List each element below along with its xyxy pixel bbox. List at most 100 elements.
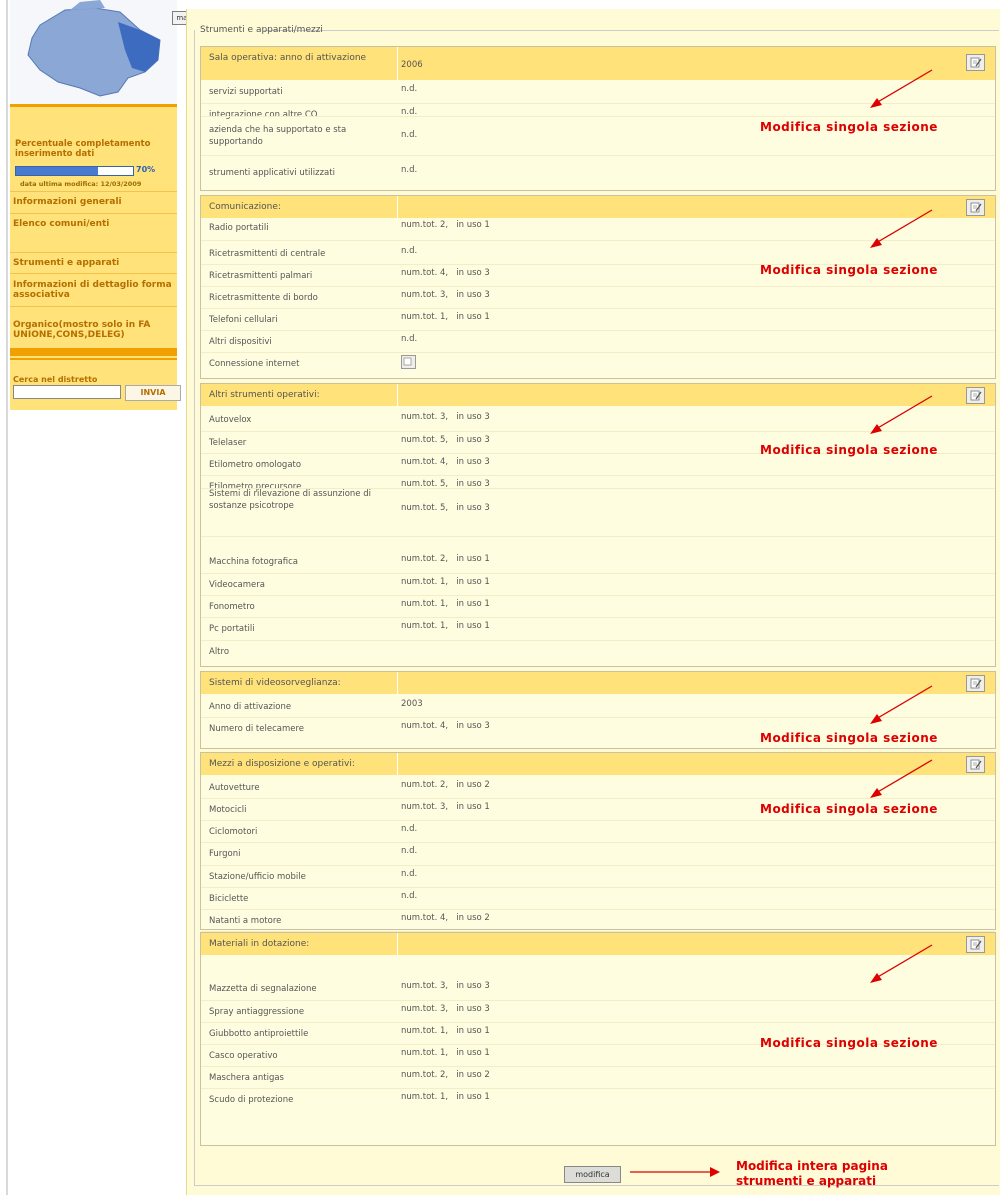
field-value: n.d. xyxy=(401,334,418,344)
field-value: num.tot. 1, in uso 1 xyxy=(401,312,490,322)
field-value: num.tot. 4, in uso 3 xyxy=(401,268,490,278)
arrow-icon xyxy=(870,685,933,724)
field-label: Numero di telecamere xyxy=(209,724,305,734)
annotation-modify-section: Modifica singola sezione xyxy=(760,802,938,816)
internet-connection-checkbox[interactable] xyxy=(401,355,416,369)
field-value: num.tot. 1, in uso 1 xyxy=(401,1092,490,1102)
field-value: n.d. xyxy=(401,84,418,94)
column-divider xyxy=(397,47,398,80)
divider xyxy=(10,273,177,274)
fieldset-border xyxy=(194,30,195,1185)
fieldset-border xyxy=(194,1185,999,1186)
divider xyxy=(10,104,177,107)
divider xyxy=(10,348,177,356)
divider xyxy=(10,358,177,360)
sidebar-link-informazioni-generali[interactable]: Informazioni generali xyxy=(13,197,173,207)
edit-section-button[interactable] xyxy=(966,199,985,216)
field-value: num.tot. 3, in uso 3 xyxy=(401,412,490,422)
row-divider xyxy=(201,820,995,821)
field-label: Spray antiaggressione xyxy=(209,1007,305,1017)
completion-progress-bar xyxy=(15,166,134,176)
field-label: integrazione con altre CO xyxy=(209,110,318,120)
annotation-modify-page-line1: Modifica intera pagina xyxy=(736,1159,888,1173)
row-divider xyxy=(201,286,995,287)
row-divider xyxy=(201,330,995,331)
field-label: Stazione/ufficio mobile xyxy=(209,872,306,882)
row-divider xyxy=(201,1088,995,1089)
field-value: n.d. xyxy=(401,846,418,856)
modify-page-button[interactable]: modifica xyxy=(564,1166,621,1183)
edit-section-button[interactable] xyxy=(966,675,985,692)
section-title: Mezzi a disposizione e operativi: xyxy=(209,759,355,769)
search-input[interactable] xyxy=(13,385,121,399)
completion-percent: 70% xyxy=(136,165,156,174)
section-header-value: 2006 xyxy=(401,60,423,70)
field-value: num.tot. 1, in uso 1 xyxy=(401,1026,490,1036)
section-title: Sala operativa: anno di attivazione xyxy=(209,53,367,63)
row-divider xyxy=(201,475,995,476)
field-label: Ricetrasmittenti palmari xyxy=(209,271,313,281)
field-label: Telelaser xyxy=(209,438,247,448)
divider xyxy=(10,252,177,253)
field-value: num.tot. 3, in uso 1 xyxy=(401,802,490,812)
field-value: num.tot. 5, in uso 3 xyxy=(401,503,490,513)
field-label: Altri dispositivi xyxy=(209,337,272,347)
row-divider xyxy=(201,1066,995,1067)
field-label: Sistemi di rilevazione di assunzione di … xyxy=(209,489,371,511)
field-value: num.tot. 3, in uso 3 xyxy=(401,981,490,991)
row-divider xyxy=(201,640,995,641)
row-divider xyxy=(201,842,995,843)
section-title: Comunicazione: xyxy=(209,202,281,212)
annotation-modify-section: Modifica singola sezione xyxy=(760,120,938,134)
field-label: Videocamera xyxy=(209,580,265,590)
row-divider xyxy=(201,909,995,910)
field-label: Mazzetta di segnalazione xyxy=(209,984,317,994)
field-value: n.d. xyxy=(401,824,418,834)
field-label: Maschera antigas xyxy=(209,1073,284,1083)
row-divider xyxy=(201,1000,995,1001)
last-modified-date: data ultima modifica: 12/03/2009 xyxy=(20,180,142,188)
sidebar: Percentuale completamento inserimento da… xyxy=(10,0,181,410)
field-label: servizi supportati xyxy=(209,87,283,97)
field-label: Telefoni cellulari xyxy=(209,315,278,325)
annotation-modify-section: Modifica singola sezione xyxy=(760,443,938,457)
field-label: Ricetrasmittenti di centrale xyxy=(209,249,326,259)
sidebar-link-informazioni-dettaglio[interactable]: Informazioni di dettaglio forma associat… xyxy=(13,280,173,300)
field-label: Etilometro omologato xyxy=(209,460,302,470)
section-title: Materiali in dotazione: xyxy=(209,939,310,949)
field-value: num.tot. 2, in uso 2 xyxy=(401,1070,490,1080)
field-value: num.tot. 4, in uso 2 xyxy=(401,913,490,923)
field-label: Giubbotto antiproiettile xyxy=(209,1029,309,1039)
field-value: num.tot. 1, in uso 1 xyxy=(401,577,490,587)
sidebar-link-elenco-comuni[interactable]: Elenco comuni/enti xyxy=(13,219,173,229)
left-border xyxy=(6,0,8,1195)
divider xyxy=(10,191,177,192)
sidebar-link-organico[interactable]: Organico(mostro solo in FA UNIONE,CONS,D… xyxy=(13,320,173,340)
field-value: num.tot. 4, in uso 3 xyxy=(401,721,490,731)
field-value: n.d. xyxy=(401,891,418,901)
edit-section-button[interactable] xyxy=(966,756,985,773)
fieldset-border xyxy=(264,30,999,31)
row-divider xyxy=(201,536,995,537)
region-map[interactable] xyxy=(10,0,177,104)
arrow-icon xyxy=(870,944,933,983)
field-label: Connessione internet xyxy=(209,359,300,369)
edit-section-button[interactable] xyxy=(966,936,985,953)
field-label: Biciclette xyxy=(209,894,249,904)
field-label: Natanti a motore xyxy=(209,916,282,926)
row-divider xyxy=(201,617,995,618)
edit-section-button[interactable] xyxy=(966,387,985,404)
column-divider xyxy=(397,933,398,955)
column-divider xyxy=(397,672,398,694)
field-label: Macchina fotografica xyxy=(209,557,298,567)
field-label: Scudo di protezione xyxy=(209,1095,294,1105)
arrow-icon xyxy=(870,759,933,798)
edit-icon xyxy=(970,939,982,950)
search-submit-button[interactable]: INVIA xyxy=(125,385,181,401)
sidebar-link-strumenti-apparati[interactable]: Strumenti e apparati xyxy=(13,258,173,268)
column-divider xyxy=(397,196,398,218)
edit-section-button[interactable] xyxy=(966,54,985,71)
completion-progress-fill xyxy=(16,167,98,175)
edit-icon xyxy=(970,57,982,68)
field-value: num.tot. 3, in uso 3 xyxy=(401,1004,490,1014)
